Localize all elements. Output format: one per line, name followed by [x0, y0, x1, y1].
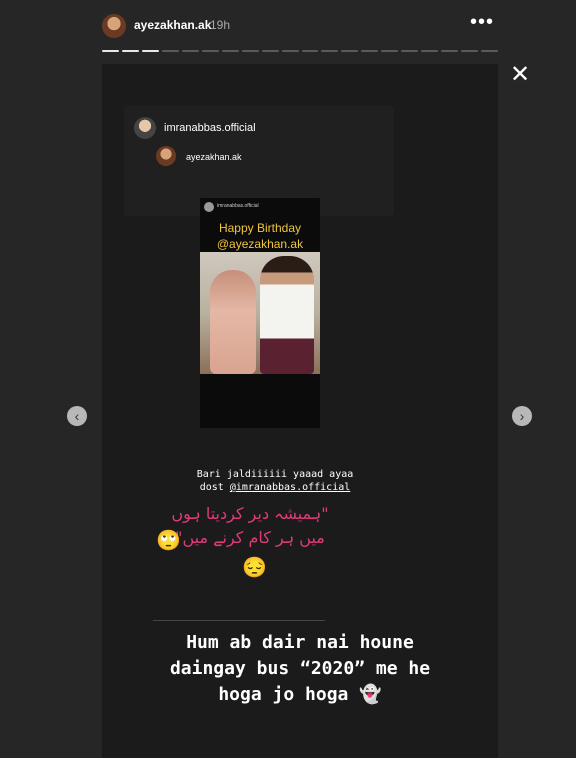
post-account-avatar [204, 202, 214, 212]
progress-segment [221, 50, 239, 52]
couple-photo [200, 252, 320, 374]
birthday-mention: @ayezakhan.ak [216, 237, 304, 251]
previous-story-button[interactable]: ‹ [67, 406, 87, 426]
post-time: 19h [210, 18, 231, 32]
next-story-button[interactable]: › [512, 406, 532, 426]
chevron-right-icon: › [519, 408, 525, 424]
progress-segment [141, 50, 159, 52]
repost-mention-name[interactable]: ayezakhan.ak [186, 152, 242, 162]
shared-post[interactable]: imranabbas.official Happy Birthday @ayez… [200, 198, 320, 428]
progress-segment [421, 50, 439, 52]
caption-line-1: Bari jaldiiiiii yaaad ayaa [196, 469, 354, 480]
story-text-overlay: Hum ab dair nai houne daingay bus “2020”… [102, 630, 498, 708]
progress-segment [261, 50, 279, 52]
progress-segment [461, 50, 479, 52]
man-figure [260, 256, 314, 374]
close-icon[interactable]: ✕ [509, 60, 531, 89]
overlay-line-1: Hum ab dair nai houne [186, 632, 414, 653]
progress-segment [321, 50, 339, 52]
progress-segment [481, 50, 499, 52]
progress-segment [181, 50, 199, 52]
story-header: ayezakhan.ak 19h ••• [0, 0, 576, 53]
progress-segment [201, 50, 219, 52]
repost-mention-avatar [156, 146, 176, 166]
progress-segment [102, 50, 119, 52]
progress-segment [381, 50, 399, 52]
progress-segment [161, 50, 179, 52]
story-progress-bar [102, 50, 499, 53]
urdu-line-1: "ہمیشہ دیر کردیتا ہوں [171, 504, 329, 523]
overlay-line-3: hoga jo hoga 👻 [218, 684, 382, 705]
more-options-icon[interactable]: ••• [470, 11, 494, 34]
overlay-line-2: daingay bus “2020” me he [169, 658, 431, 679]
progress-segment [121, 50, 139, 52]
username[interactable]: ayezakhan.ak [134, 18, 211, 32]
avatar[interactable] [102, 14, 126, 38]
repost-author-name[interactable]: imranabbas.official [164, 122, 256, 134]
progress-segment [401, 50, 419, 52]
divider [153, 620, 325, 621]
birthday-line: Happy Birthday [218, 221, 302, 235]
post-account-name: imranabbas.official [217, 203, 259, 209]
progress-segment [361, 50, 379, 52]
repost-author-avatar [134, 117, 156, 139]
eye-roll-emoji: 🙄 [156, 530, 181, 552]
chevron-left-icon: ‹ [74, 408, 80, 424]
woman-figure [210, 270, 256, 374]
story-caption: Bari jaldiiiiii yaaad ayaa dost @imranab… [150, 468, 400, 494]
pensive-emoji: 😔 [242, 557, 267, 579]
progress-segment [341, 50, 359, 52]
progress-segment [241, 50, 259, 52]
progress-segment [301, 50, 319, 52]
progress-segment [441, 50, 459, 52]
caption-mention-link[interactable]: @imranabbas.official [230, 482, 350, 493]
caption-line-2: dost @imranabbas.official [150, 481, 400, 494]
birthday-title: Happy Birthday @ayezakhan.ak [200, 220, 320, 252]
progress-segment [281, 50, 299, 52]
caption-prefix: dost [199, 482, 230, 493]
